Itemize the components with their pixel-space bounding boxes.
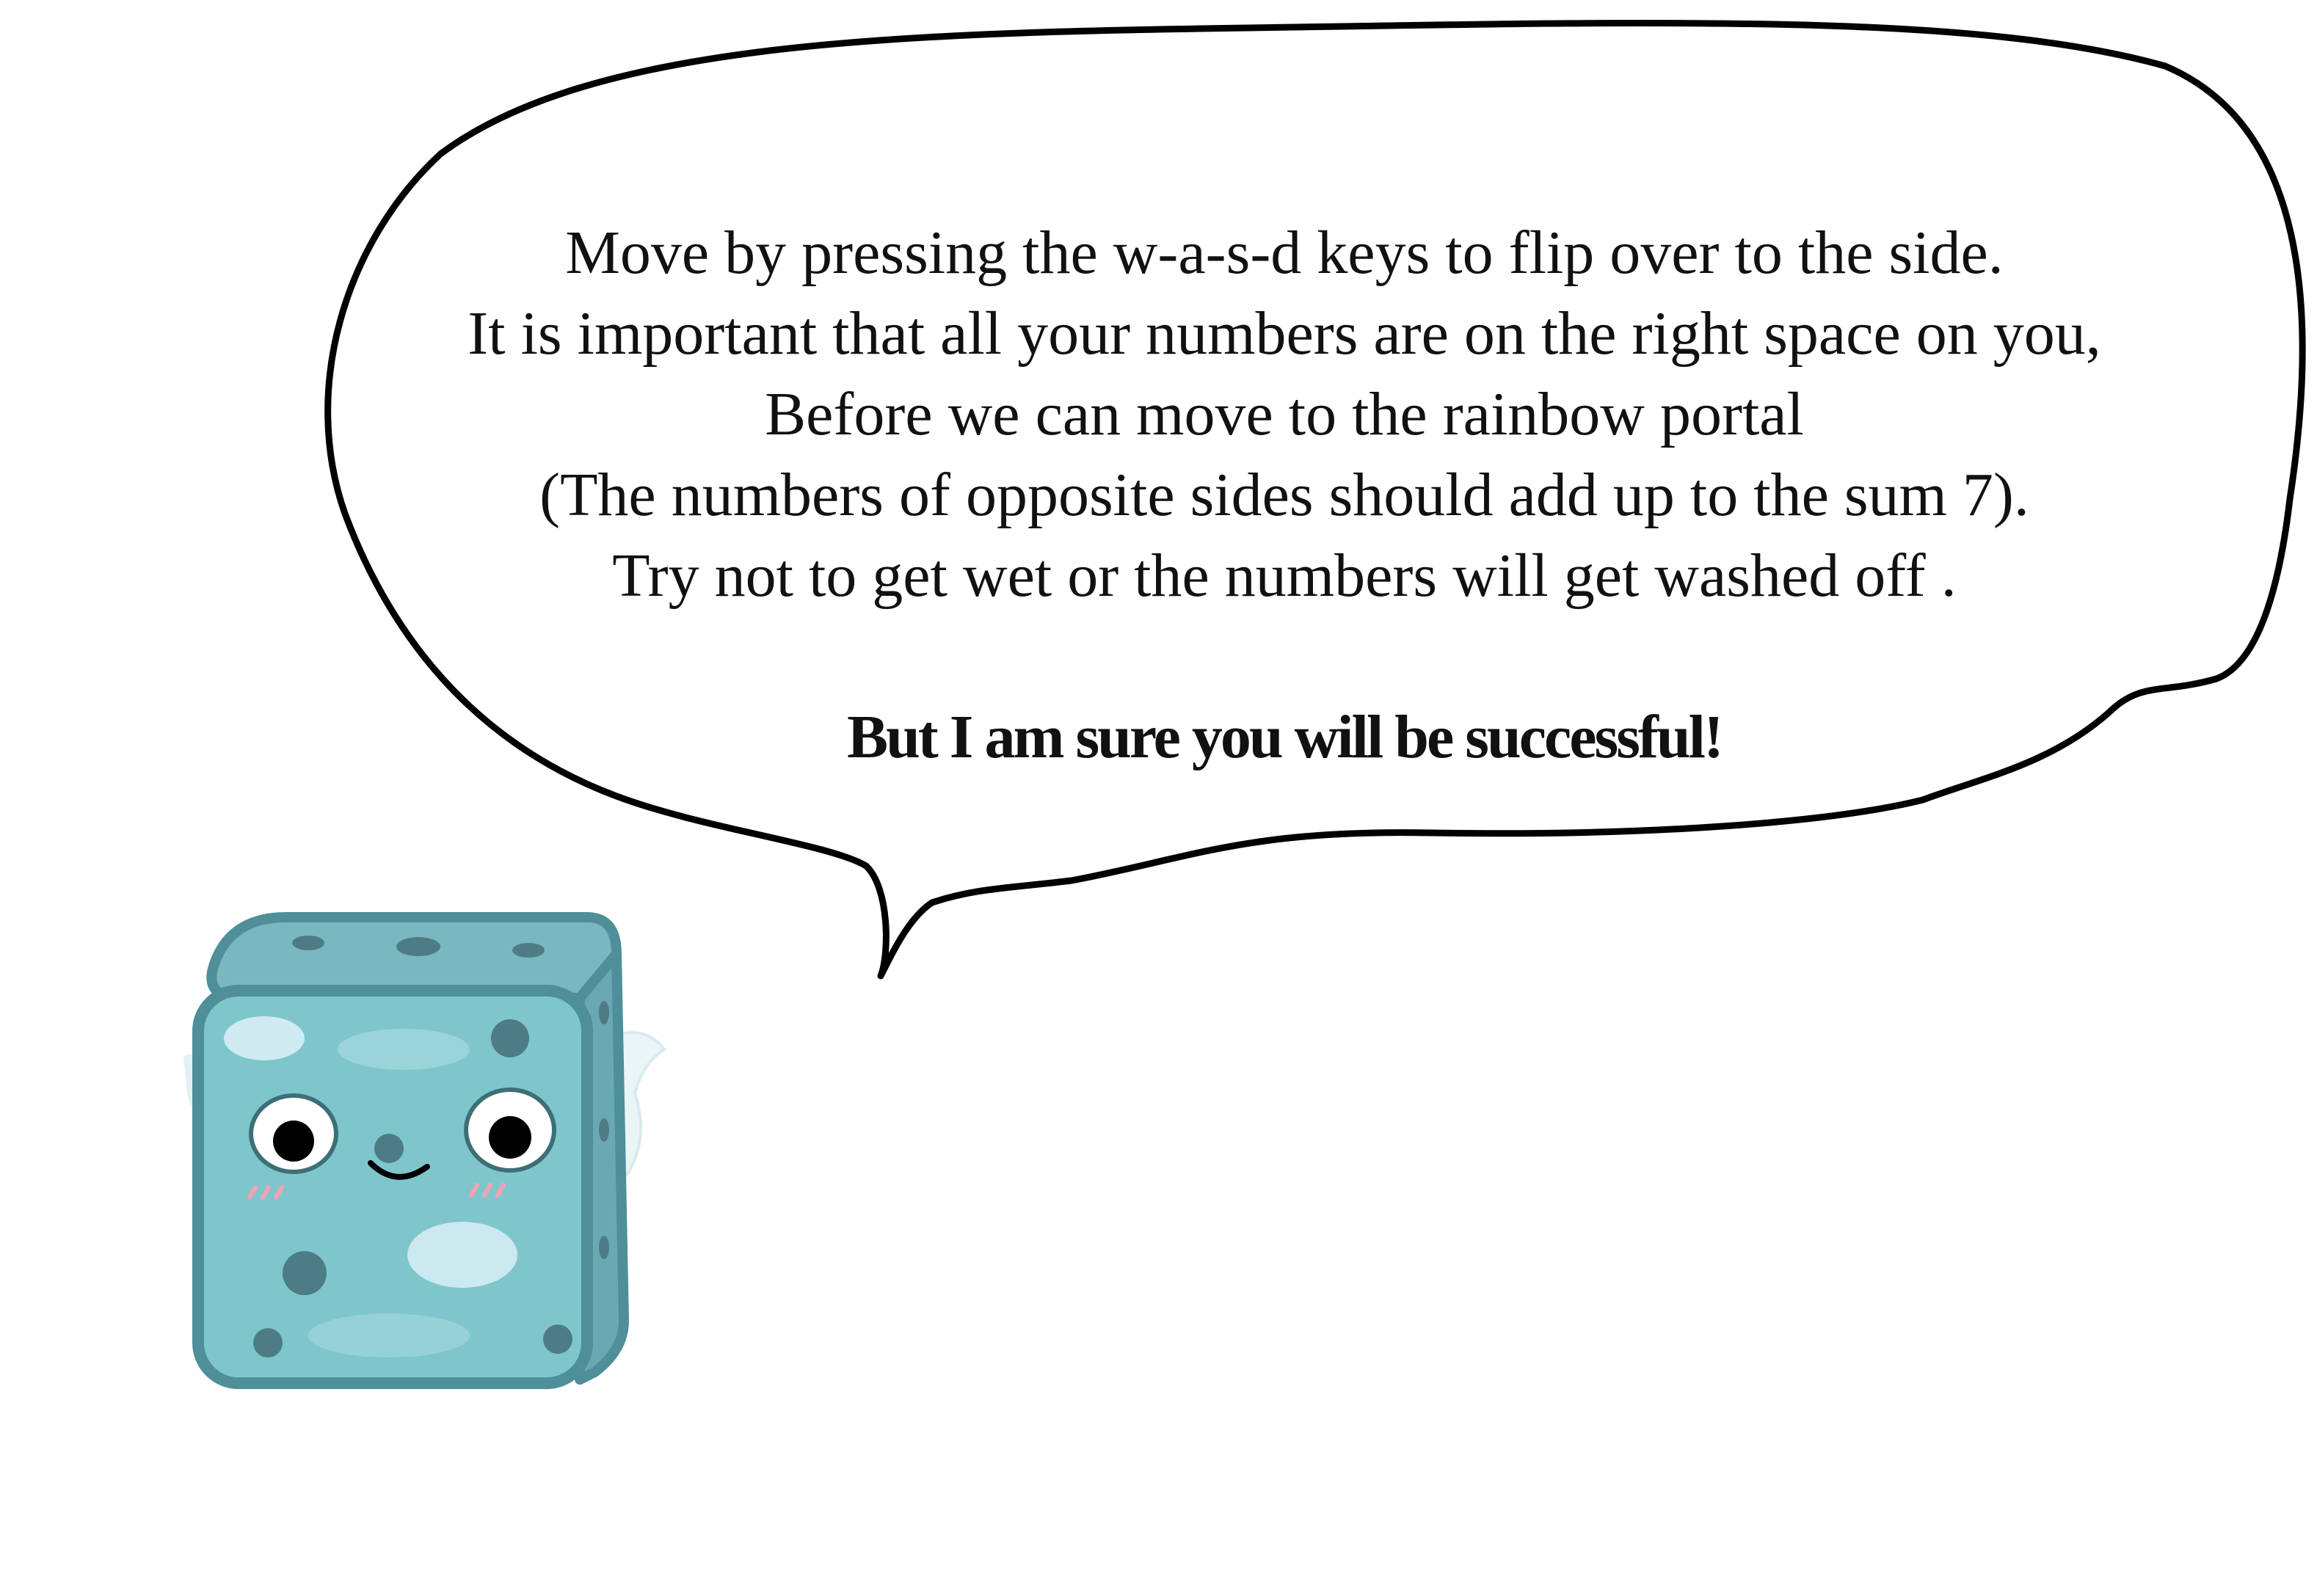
dialog-line-4: (The numbers of opposite sides should ad… (539, 461, 2029, 529)
dice-pip (599, 1236, 609, 1259)
dice-pip (543, 1324, 572, 1354)
dialog-line-3: Before we can move to the rainbow portal (765, 380, 1804, 448)
dialog-line-5: Try not to get wet or the numbers will g… (612, 542, 1957, 610)
game-screen: Move by pressing the w-a-s-d keys to fli… (0, 0, 2317, 1596)
right-eye-icon (464, 1087, 556, 1173)
dice-pip (491, 1019, 529, 1057)
dice-pip (396, 937, 440, 956)
dice-pip (599, 1001, 609, 1024)
dialog-line-2: It is important that all your numbers ar… (468, 299, 2101, 368)
dialog-text: Move by pressing the w-a-s-d keys to fli… (367, 213, 2202, 778)
dice-pip (292, 936, 324, 950)
dice-highlight (338, 1029, 470, 1070)
nose-pip (374, 1134, 404, 1163)
dice-highlight (308, 1313, 470, 1358)
dice-highlight (407, 1222, 517, 1288)
smiling-dice-character-icon (183, 912, 666, 1389)
left-eye-icon (249, 1093, 338, 1174)
dialog-spacer (367, 616, 2202, 697)
dice-pip (253, 1328, 283, 1358)
dialog-emphasis: But I am sure you will be successful! (847, 703, 1724, 771)
dice-highlight (224, 1016, 305, 1060)
dice-pip (283, 1251, 327, 1295)
dialog-line-1: Move by pressing the w-a-s-d keys to fli… (565, 219, 2004, 287)
dice-pip (512, 943, 545, 958)
dice-pip (599, 1118, 609, 1142)
